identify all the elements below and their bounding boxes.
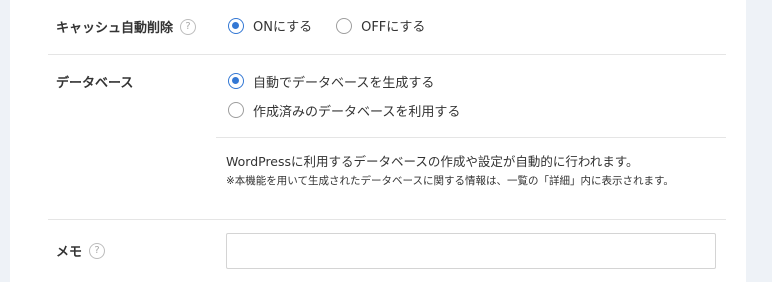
- memo-row: メモ ?: [48, 220, 726, 282]
- database-divider: [216, 137, 726, 138]
- cache-on-label: ONにする: [253, 20, 313, 35]
- memo-label-group: メモ ?: [56, 241, 106, 260]
- database-row: データベース 自動でデータベースを生成する 作成済みのデータベースを利用する W…: [48, 55, 726, 220]
- db-auto-create-radio[interactable]: 自動でデータベースを生成する: [228, 70, 460, 92]
- cache-auto-delete-radio-group: ONにする OFFにする: [228, 16, 449, 35]
- memo-input[interactable]: [226, 233, 716, 269]
- database-description-text: WordPressに利用するデータベースの作成や設定が自動的に行われます。: [226, 154, 639, 169]
- database-radio-group: 自動でデータベースを生成する 作成済みのデータベースを利用する: [228, 70, 460, 128]
- database-description: WordPressに利用するデータベースの作成や設定が自動的に行われます。 ※本…: [226, 151, 716, 189]
- radio-checked-icon[interactable]: [228, 73, 244, 89]
- cache-auto-delete-label-group: キャッシュ自動削除 ?: [56, 17, 197, 36]
- radio-checked-icon[interactable]: [228, 17, 244, 34]
- cache-auto-delete-label: キャッシュ自動削除: [56, 21, 174, 36]
- settings-panel: キャッシュ自動削除 ? ONにする OFFにする データベース 自動でデータベー…: [10, 0, 746, 282]
- cache-on-radio[interactable]: ONにする: [228, 16, 312, 35]
- db-auto-create-label: 自動でデータベースを生成する: [253, 75, 435, 91]
- help-icon[interactable]: ?: [89, 242, 106, 259]
- database-label: データベース: [56, 76, 134, 91]
- help-icon[interactable]: ?: [180, 18, 197, 35]
- db-use-existing-radio[interactable]: 作成済みのデータベースを利用する: [228, 99, 460, 121]
- database-note-text: ※本機能を用いて生成されたデータベースに関する情報は、一覧の「詳細」内に表示され…: [226, 175, 674, 187]
- cache-auto-delete-row: キャッシュ自動削除 ? ONにする OFFにする: [48, 0, 726, 55]
- cache-off-radio[interactable]: OFFにする: [336, 16, 425, 35]
- radio-unchecked-icon[interactable]: [336, 17, 353, 34]
- database-label-group: データベース: [56, 72, 133, 91]
- radio-unchecked-icon[interactable]: [228, 102, 244, 118]
- memo-label: メモ: [56, 245, 83, 260]
- cache-off-label: OFFにする: [361, 20, 426, 35]
- db-use-existing-label: 作成済みのデータベースを利用する: [253, 104, 461, 120]
